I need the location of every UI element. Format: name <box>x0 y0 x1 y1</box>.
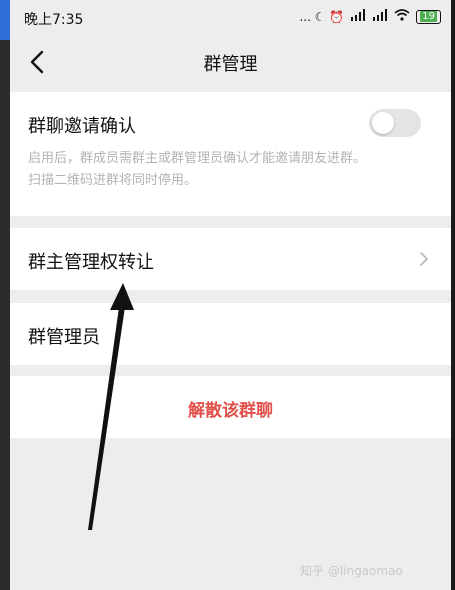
annotation-arrow <box>88 283 134 530</box>
nav-bar: 群管理 <box>10 36 451 88</box>
group-admins-label: 群管理员 <box>28 327 100 348</box>
transfer-owner-row[interactable]: 群主管理权转让 <box>10 228 451 290</box>
status-bar: 晚上7:35 ... ☾ ⏰ 19 <box>10 0 451 36</box>
dissolve-group-label: 解散该群聊 <box>188 401 273 421</box>
watermark: 知乎 @lingaomao <box>300 564 403 578</box>
status-time: 晚上7:35 <box>24 12 84 28</box>
status-indicators: ... ☾ ⏰ <box>299 9 345 24</box>
wifi-icon <box>394 9 410 24</box>
chevron-left-icon <box>30 50 44 74</box>
description-line-1: 启用后，群成员需群主或群管理员确认才能邀请朋友进群。 <box>28 151 367 166</box>
chevron-right-icon <box>420 252 428 266</box>
battery-icon: 19 <box>416 9 441 24</box>
battery-level: 19 <box>420 10 437 22</box>
screen-edge <box>451 0 455 590</box>
phone-screen: 晚上7:35 ... ☾ ⏰ 19 群管理 群聊邀请确认 启用后，群成员需群主或… <box>10 0 451 590</box>
status-icons: ... ☾ ⏰ 19 <box>299 9 441 24</box>
description-line-2: 扫描二维码进群将同时停用。 <box>28 173 198 188</box>
invite-confirm-section: 群聊邀请确认 启用后，群成员需群主或群管理员确认才能邀请朋友进群。 扫描二维码进… <box>10 92 451 216</box>
signal-icon-2 <box>372 9 388 24</box>
invite-confirm-label: 群聊邀请确认 <box>28 116 136 137</box>
group-admins-row[interactable]: 群管理员 <box>10 303 451 365</box>
invite-confirm-toggle[interactable] <box>369 109 421 137</box>
back-button[interactable] <box>22 46 54 78</box>
transfer-owner-label: 群主管理权转让 <box>28 252 154 273</box>
screen-edge-accent <box>0 0 10 40</box>
page-title: 群管理 <box>203 54 258 75</box>
signal-icon <box>350 9 366 24</box>
toggle-knob <box>372 112 394 134</box>
dissolve-group-button[interactable]: 解散该群聊 <box>10 376 451 438</box>
invite-confirm-description: 启用后，群成员需群主或群管理员确认才能邀请朋友进群。 扫描二维码进群将同时停用。 <box>28 148 448 192</box>
